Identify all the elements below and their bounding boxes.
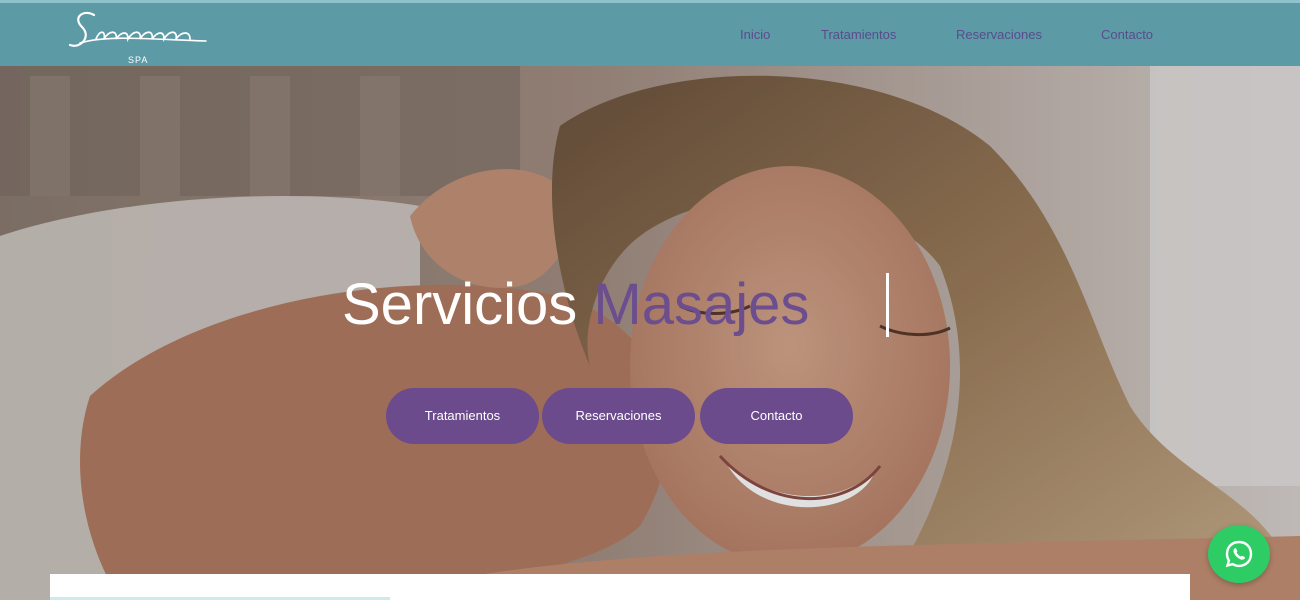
- nav-contacto[interactable]: Contacto: [1101, 27, 1153, 42]
- content-panel: [50, 574, 1190, 600]
- logo-subtitle: SPA: [128, 55, 149, 65]
- site-header: SPA Inicio Tratamientos Reservaciones Co…: [0, 0, 1300, 66]
- hero-button-contacto[interactable]: Contacto: [700, 388, 853, 444]
- hero-section: Servicios Masajes Tratamientos Reservaci…: [0, 66, 1300, 600]
- hero-title: Servicios Masajes: [342, 276, 809, 334]
- nav-tratamientos[interactable]: Tratamientos: [821, 27, 896, 42]
- sansara-logo[interactable]: SPA: [66, 5, 216, 67]
- hero-button-reservaciones[interactable]: Reservaciones: [542, 388, 695, 444]
- hero-button-tratamientos[interactable]: Tratamientos: [386, 388, 539, 444]
- whatsapp-icon: [1225, 540, 1253, 568]
- nav-reservaciones[interactable]: Reservaciones: [956, 27, 1042, 42]
- typing-cursor: [886, 273, 889, 337]
- hero-title-static: Servicios: [342, 272, 578, 337]
- whatsapp-button[interactable]: [1208, 525, 1270, 583]
- nav-inicio[interactable]: Inicio: [740, 27, 770, 42]
- hero-title-typed: Masajes: [593, 272, 810, 337]
